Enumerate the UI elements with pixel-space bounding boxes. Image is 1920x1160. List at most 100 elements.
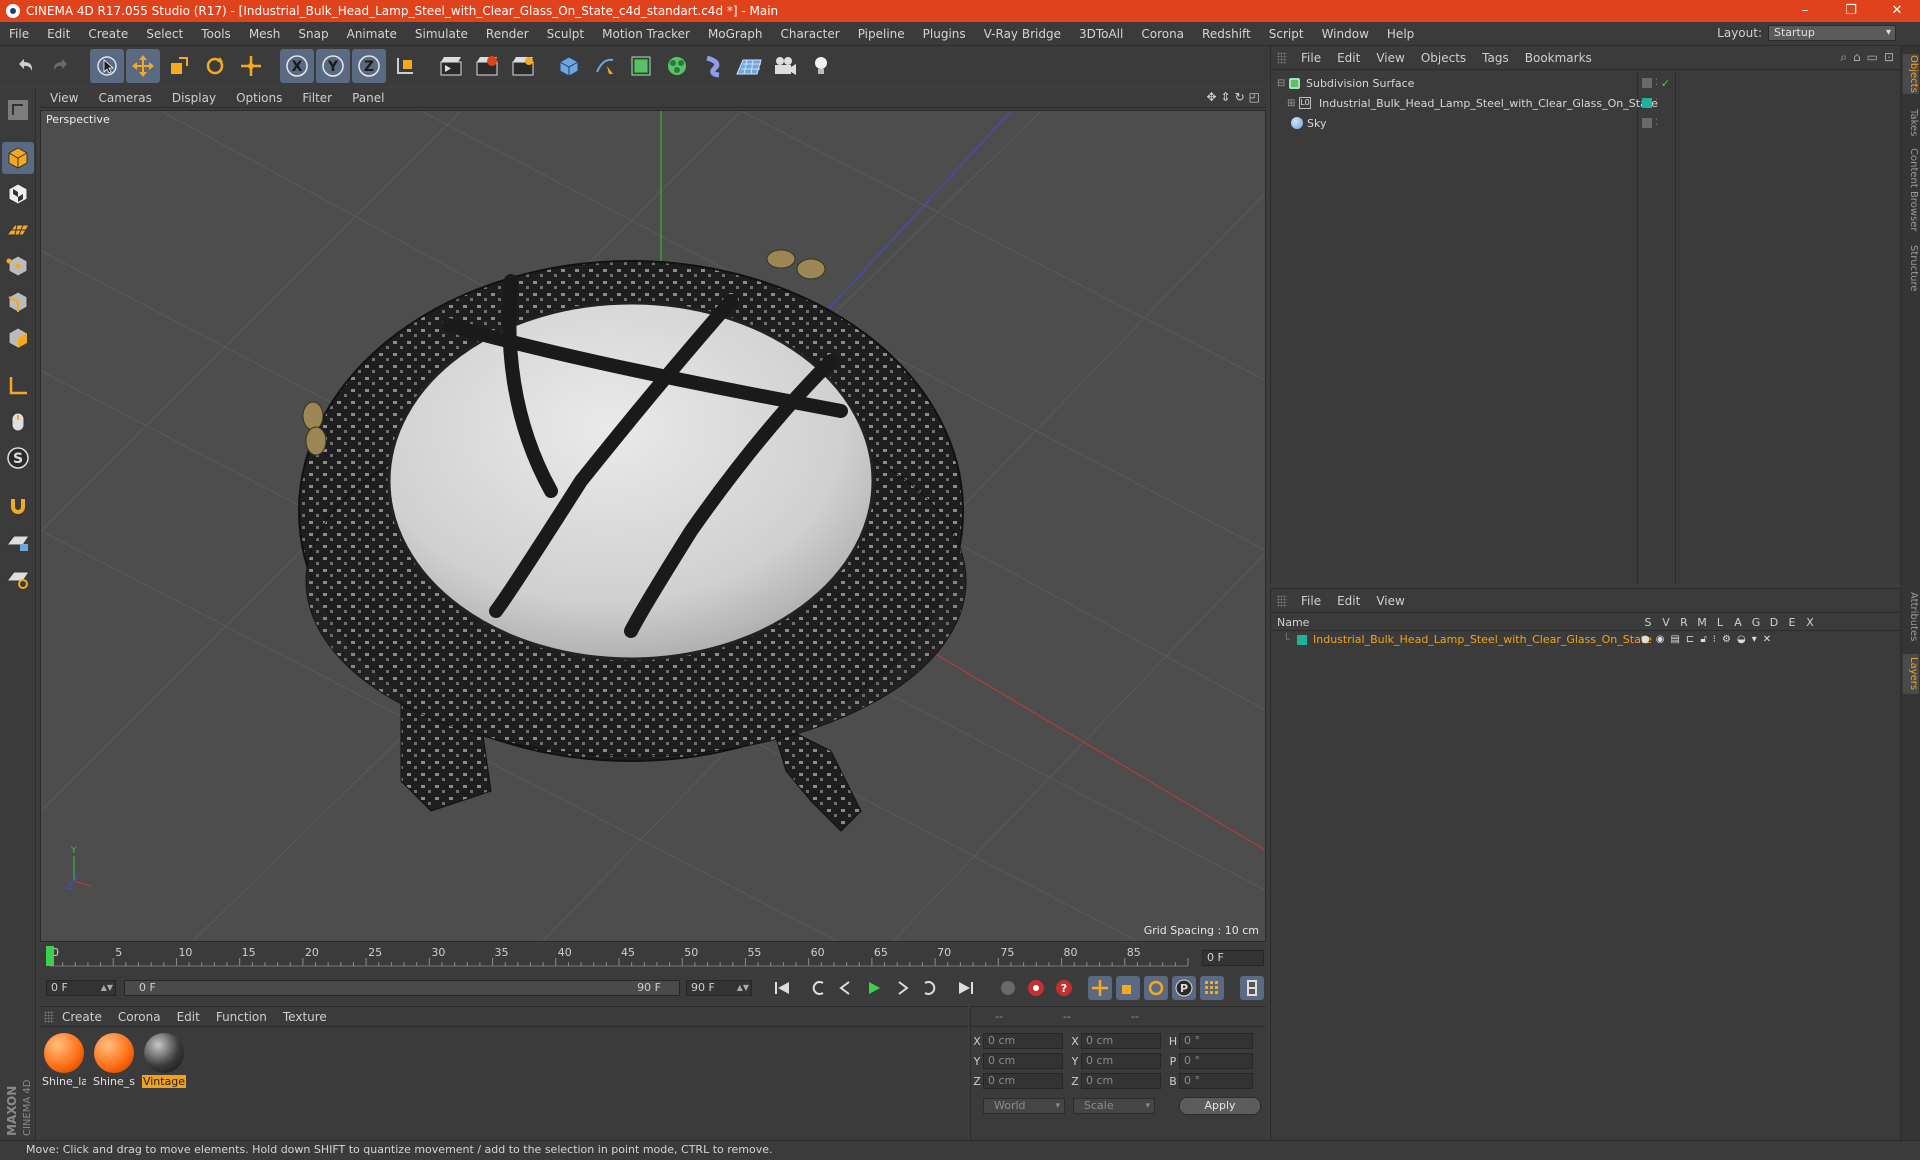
restore-button[interactable]: ❐ xyxy=(1828,0,1874,22)
layer-deformer-icon[interactable]: ◒ xyxy=(1737,634,1746,645)
viewport-menu-view[interactable]: View xyxy=(40,91,88,105)
menu-motion-tracker[interactable]: Motion Tracker xyxy=(593,27,699,41)
enabled-checkmark-icon[interactable]: ✓ xyxy=(1661,77,1670,90)
subdivision-surface-button[interactable] xyxy=(624,49,658,83)
panel-grip[interactable] xyxy=(1277,594,1287,607)
coordinate-space-dropdown[interactable]: World xyxy=(983,1098,1065,1114)
home-icon[interactable]: ⌂ xyxy=(1853,50,1861,65)
menu-redshift[interactable]: Redshift xyxy=(1193,27,1260,41)
previous-frame-button[interactable] xyxy=(834,976,858,1000)
record-keys-button[interactable] xyxy=(1024,976,1048,1000)
menu-corona[interactable]: Corona xyxy=(1132,27,1193,41)
expand-toggle-icon[interactable]: ⊞ xyxy=(1287,98,1295,109)
size-y-field[interactable]: 0 cm xyxy=(1081,1053,1161,1069)
cube-object-button[interactable] xyxy=(552,49,586,83)
menu-help[interactable]: Help xyxy=(1378,27,1423,41)
play-button[interactable] xyxy=(862,976,886,1000)
viewport-menu-panel[interactable]: Panel xyxy=(342,91,394,105)
redo-button[interactable] xyxy=(44,49,78,83)
tab-objects[interactable]: Objects xyxy=(1903,54,1919,94)
key-position-button[interactable] xyxy=(1088,976,1112,1000)
menu-plugins[interactable]: Plugins xyxy=(914,27,975,41)
object-menu-edit[interactable]: Edit xyxy=(1329,51,1368,65)
layer-solo-toggle-icon[interactable]: ● xyxy=(1641,634,1650,645)
make-editable-button[interactable] xyxy=(2,94,34,126)
size-mode-dropdown[interactable]: Scale xyxy=(1073,1098,1155,1114)
end-frame-field[interactable]: 90 F ▲▼ xyxy=(686,980,752,996)
layer-menu-file[interactable]: File xyxy=(1293,594,1329,608)
position-y-field[interactable]: 0 cm xyxy=(983,1053,1063,1069)
snap-button[interactable] xyxy=(2,490,34,522)
points-mode-button[interactable] xyxy=(2,250,34,282)
object-menu-objects[interactable]: Objects xyxy=(1413,51,1474,65)
layer-row[interactable]: └ Industrial_Bulk_Head_Lamp_Steel_with_C… xyxy=(1271,633,1901,649)
key-parameter-button[interactable]: P xyxy=(1172,976,1196,1000)
viewport-menu-filter[interactable]: Filter xyxy=(292,91,342,105)
material-swatch-selected[interactable]: Vintage xyxy=(142,1031,186,1088)
layer-xref-icon[interactable]: ✕ xyxy=(1763,634,1771,645)
edges-mode-button[interactable] xyxy=(2,286,34,318)
tab-content-browser[interactable]: Content Browser xyxy=(1903,146,1919,234)
go-to-start-button[interactable] xyxy=(770,976,794,1000)
menu-create[interactable]: Create xyxy=(79,27,137,41)
rotation-h-field[interactable]: 0 ° xyxy=(1179,1033,1253,1049)
collapse-toggle-icon[interactable]: ⊟ xyxy=(1277,78,1285,89)
move-tool-button[interactable] xyxy=(126,49,160,83)
object-menu-file[interactable]: File xyxy=(1293,51,1329,65)
close-button[interactable]: ✕ xyxy=(1874,0,1920,22)
visibility-dots-icon[interactable]: ⁚ xyxy=(1655,78,1658,88)
minimize-button[interactable]: – xyxy=(1782,0,1828,22)
rotation-p-field[interactable]: 0 ° xyxy=(1179,1053,1253,1069)
size-x-field[interactable]: 0 cm xyxy=(1081,1033,1161,1049)
object-row-lamp[interactable]: ⊞ L0 Industrial_Bulk_Head_Lamp_Steel_wit… xyxy=(1271,94,1901,112)
z-axis-lock-button[interactable]: Z xyxy=(352,49,386,83)
floor-object-button[interactable] xyxy=(732,49,766,83)
material-menu-function[interactable]: Function xyxy=(208,1010,275,1024)
previous-keyframe-button[interactable] xyxy=(806,976,830,1000)
tab-structure[interactable]: Structure xyxy=(1903,242,1919,294)
object-menu-view[interactable]: View xyxy=(1368,51,1412,65)
viewport-menu-display[interactable]: Display xyxy=(162,91,226,105)
start-frame-field[interactable]: 0 F ▲▼ xyxy=(46,980,116,996)
panel-grip[interactable] xyxy=(44,1010,54,1023)
enable-axis-button[interactable] xyxy=(2,370,34,402)
search-icon[interactable]: ⌕ xyxy=(1840,50,1847,65)
layer-manager-icon[interactable]: ⊏ xyxy=(1686,634,1694,645)
layer-view-eye-icon[interactable]: ◉ xyxy=(1656,634,1665,645)
solo-button[interactable]: S xyxy=(2,442,34,474)
key-point-level-button[interactable] xyxy=(1200,976,1224,1000)
visibility-dots-icon[interactable]: ⁚ xyxy=(1655,118,1658,128)
scale-tool-button[interactable] xyxy=(162,49,196,83)
transform-tool-button[interactable] xyxy=(234,49,268,83)
key-rotation-button[interactable] xyxy=(1144,976,1168,1000)
model-mode-button[interactable] xyxy=(1,142,34,174)
viewport-menu-cameras[interactable]: Cameras xyxy=(88,91,161,105)
timeline-ruler[interactable]: 051015202530354045505560657075808590 0 F xyxy=(40,944,1266,970)
menu-snap[interactable]: Snap xyxy=(289,27,337,41)
layer-color-swatch[interactable] xyxy=(1297,635,1307,645)
object-row-sky[interactable]: Sky ⁚ xyxy=(1271,114,1901,132)
layer-render-icon[interactable]: ▤ xyxy=(1670,634,1679,645)
viewport-move-icon[interactable]: ✥ xyxy=(1206,90,1216,104)
rotate-tool-button[interactable] xyxy=(198,49,232,83)
material-menu-texture[interactable]: Texture xyxy=(275,1010,335,1024)
layer-expression-icon[interactable]: ▾ xyxy=(1752,634,1757,645)
menu-tools[interactable]: Tools xyxy=(192,27,240,41)
go-to-end-button[interactable] xyxy=(954,976,978,1000)
render-view-button[interactable] xyxy=(434,49,468,83)
autokeying-button[interactable]: ? xyxy=(1052,976,1076,1000)
layer-animation-icon[interactable]: ⁝ xyxy=(1713,634,1716,645)
tab-layers[interactable]: Layers xyxy=(1903,654,1919,694)
material-menu-edit[interactable]: Edit xyxy=(169,1010,208,1024)
object-row-subdivision-surface[interactable]: ⊟ Subdivision Surface ⁚ ✓ xyxy=(1271,74,1901,92)
layer-color-icon[interactable] xyxy=(1642,98,1652,108)
render-to-picture-viewer-button[interactable] xyxy=(470,49,504,83)
position-x-field[interactable]: 0 cm xyxy=(983,1033,1063,1049)
timeline-window-button[interactable] xyxy=(1240,976,1264,1000)
3d-viewport[interactable]: Y Z Perspective Grid Spacing : 10 cm xyxy=(40,110,1266,942)
polygons-mode-button[interactable] xyxy=(2,322,34,354)
visibility-dots-icon[interactable]: ⁚ xyxy=(1655,98,1658,108)
layer-generator-icon[interactable]: ⚙︎ xyxy=(1722,634,1731,645)
panel-expand-icon[interactable]: ⊡ xyxy=(1884,50,1894,65)
position-z-field[interactable]: 0 cm xyxy=(983,1073,1063,1089)
